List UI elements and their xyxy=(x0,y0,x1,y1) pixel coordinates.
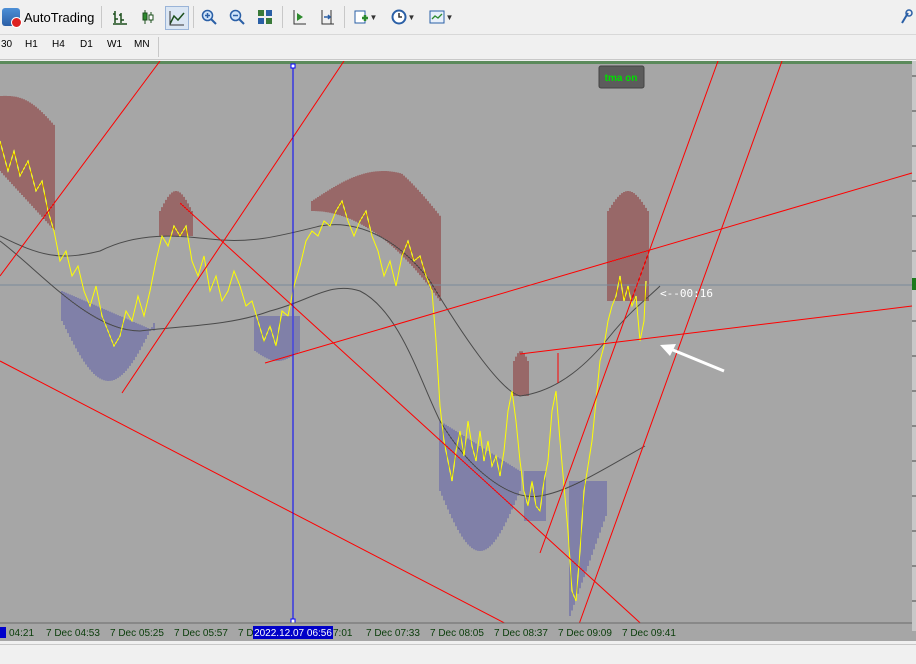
time-axis-label: 04:21 xyxy=(9,628,34,639)
crosshair-time-label: 2022.12.07 06:56 xyxy=(254,628,332,639)
timeframe-w1[interactable]: W1 xyxy=(107,39,122,50)
time-axis-label: 7 Dec 07:33 xyxy=(366,628,420,639)
main-toolbar: AutoTrading ▼ ▼ ▼ xyxy=(0,0,916,35)
toolbar-separator xyxy=(101,6,102,28)
line-chart-icon[interactable] xyxy=(165,6,189,30)
bar-countdown: <--00:16 xyxy=(660,287,713,300)
chart-background xyxy=(0,61,916,641)
toolbar-separator xyxy=(282,6,283,28)
toolbar-separator xyxy=(344,6,345,28)
time-axis-label: 7 Dec 08:05 xyxy=(430,628,484,639)
price-scale-marker xyxy=(912,278,916,290)
templates-icon[interactable]: ▼ xyxy=(426,6,456,28)
timeframe-h4[interactable]: H4 xyxy=(52,39,65,50)
periods-icon[interactable]: ▼ xyxy=(388,6,418,28)
indicators-icon[interactable]: ▼ xyxy=(350,6,380,28)
chart-top-border xyxy=(0,61,916,64)
timeframe-mn[interactable]: MN xyxy=(134,39,150,50)
partial-toolbar-icon[interactable] xyxy=(900,6,914,28)
chart-window[interactable]: tma on <--00:16 04:21 7 Dec 04:53 7 Dec 05… xyxy=(0,60,916,642)
autotrading-button[interactable]: AutoTrading xyxy=(2,6,94,28)
time-axis-labels: 04:21 7 Dec 04:53 7 Dec 05:25 7 Dec 05:57 7 … xyxy=(9,628,676,639)
time-axis-label: 7 Dec 05:57 xyxy=(174,628,228,639)
time-axis-label: 7 Dec 09:09 xyxy=(558,628,612,639)
zoom-in-icon[interactable] xyxy=(198,6,220,28)
bar-chart-icon[interactable] xyxy=(109,6,131,28)
autotrading-label: AutoTrading xyxy=(24,9,95,25)
autoscroll-icon[interactable] xyxy=(316,6,338,28)
chart-shift-icon[interactable] xyxy=(288,6,310,28)
crosshair-handle-bottom[interactable] xyxy=(290,618,296,624)
time-axis-label: 7 Dec 04:53 xyxy=(46,628,100,639)
time-axis-left-marker xyxy=(0,627,6,638)
time-axis-label: 7 Dec 08:37 xyxy=(494,628,548,639)
time-axis-label: 7 Dec 05:25 xyxy=(110,628,164,639)
toolbar-separator xyxy=(193,6,194,28)
time-axis-label: 7:01 xyxy=(333,628,353,639)
candlestick-icon[interactable] xyxy=(137,6,159,28)
timeframe-separator xyxy=(158,37,159,57)
timeframe-h1[interactable]: H1 xyxy=(25,39,38,50)
status-bar xyxy=(0,644,916,664)
autotrading-icon xyxy=(2,8,22,28)
timeframe-d1[interactable]: D1 xyxy=(80,39,93,50)
zoom-out-icon[interactable] xyxy=(226,6,248,28)
tile-windows-icon[interactable] xyxy=(254,6,276,28)
timeframe-m30[interactable]: 30 xyxy=(1,39,12,50)
tma-status-label: tma on xyxy=(605,73,638,84)
chart-canvas[interactable]: tma on <--00:16 04:21 7 Dec 04:53 7 Dec 05… xyxy=(0,60,916,642)
time-axis-label: 7 D xyxy=(238,628,254,639)
timeframes-toolbar: 30 H1 H4 D1 W1 MN xyxy=(0,35,916,60)
crosshair-handle-top[interactable] xyxy=(290,63,296,69)
time-axis-label: 7 Dec 09:41 xyxy=(622,628,676,639)
